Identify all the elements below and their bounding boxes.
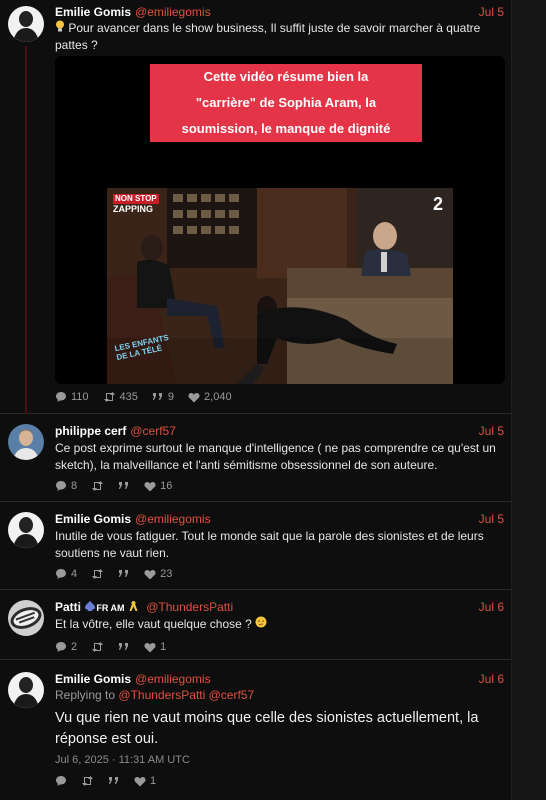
avatar[interactable] bbox=[8, 424, 44, 460]
avatar[interactable] bbox=[8, 600, 44, 636]
replying-to-handles[interactable]: @ThundersPatti @cerf57 bbox=[118, 688, 254, 702]
video-caption-line-3: soumission, le manque de dignité bbox=[150, 116, 422, 142]
quote-icon bbox=[119, 570, 129, 577]
ribbon-icon bbox=[128, 600, 139, 615]
comment-icon bbox=[56, 392, 66, 402]
author-handle[interactable]: @emiliegomis bbox=[135, 672, 211, 686]
heart-icon bbox=[134, 776, 146, 786]
tweet-stats: 1 bbox=[55, 774, 156, 788]
author-suffix: FR AM bbox=[96, 603, 125, 613]
author-handle[interactable]: @cerf57 bbox=[130, 424, 176, 438]
post-date[interactable]: Jul 5 bbox=[479, 5, 504, 19]
retweet-icon bbox=[82, 776, 93, 786]
reply-count[interactable]: 8 bbox=[55, 480, 77, 492]
video-caption-line-1: Cette vidéo résume bien la bbox=[150, 64, 422, 90]
like-count[interactable]: 16 bbox=[144, 480, 172, 492]
thread: Emilie Gomis @emiliegomis Jul 5 Pour avan… bbox=[0, 0, 546, 800]
tweet-stats: 110 435 9 2,040 bbox=[55, 390, 232, 404]
like-count[interactable]: 2,040 bbox=[188, 391, 232, 403]
video-caption-line-2: "carrière" de Sophia Aram, la bbox=[150, 90, 422, 116]
like-count[interactable]: 1 bbox=[134, 775, 156, 787]
author-name[interactable]: philippe cerf bbox=[55, 424, 126, 438]
author-name[interactable]: Emilie Gomis bbox=[55, 512, 131, 526]
comment-icon bbox=[56, 481, 66, 491]
repost-count[interactable] bbox=[81, 775, 94, 787]
quote-icon bbox=[152, 393, 162, 400]
lightbulb-icon bbox=[55, 20, 65, 37]
tweet-4: Patti FR AM @ThundersPatti Jul 6 Et la v… bbox=[0, 590, 512, 660]
tweet-timestamp[interactable]: Jul 6, 2025 · 11:31 AM UTC bbox=[55, 754, 190, 766]
post-date[interactable]: Jul 5 bbox=[479, 424, 504, 438]
tweet-stats: 2 1 bbox=[55, 640, 166, 654]
tweet-stats: 8 16 bbox=[55, 479, 172, 493]
channel-number: 2 bbox=[432, 194, 443, 214]
comment-icon bbox=[56, 642, 66, 652]
tweet-5: Emilie Gomis @emiliegomis Jul 6 Replying … bbox=[0, 660, 512, 800]
avatar[interactable] bbox=[8, 512, 44, 548]
tweet-text: Ce post exprime surtout le manque d'inte… bbox=[55, 441, 496, 472]
quote-icon bbox=[119, 643, 129, 650]
replying-to: Replying to @ThundersPatti @cerf57 bbox=[55, 688, 255, 702]
tweet-text: Et la vôtre, elle vaut quelque chose ? bbox=[55, 616, 500, 633]
heart-icon bbox=[144, 642, 156, 652]
author-handle[interactable]: @emiliegomis bbox=[135, 512, 211, 526]
spade-flag-icon bbox=[84, 600, 96, 615]
avatar[interactable] bbox=[8, 6, 44, 42]
retweet-icon bbox=[92, 569, 104, 579]
quote-count[interactable]: 9 bbox=[152, 391, 174, 403]
repost-count[interactable]: 435 bbox=[103, 391, 138, 403]
like-count[interactable]: 1 bbox=[144, 641, 166, 653]
video-thumbnail[interactable]: Cette vidéo résume bien la "carrière" de… bbox=[55, 56, 505, 384]
video-frame: NON STOP ZAPPING 2 LES ENFANTS DE LA TÉL… bbox=[107, 188, 453, 384]
tweet-3: Emilie Gomis @emiliegomis Jul 5 Inutile d… bbox=[0, 502, 512, 590]
repost-count[interactable] bbox=[91, 480, 104, 492]
quote-count[interactable] bbox=[118, 481, 130, 491]
heart-icon bbox=[144, 481, 156, 491]
retweet-icon bbox=[92, 481, 104, 491]
post-date[interactable]: Jul 6 bbox=[479, 672, 504, 686]
repost-count[interactable] bbox=[91, 568, 104, 580]
author-name[interactable]: Emilie Gomis bbox=[55, 672, 131, 686]
thinking-face-icon bbox=[255, 616, 267, 633]
quote-icon bbox=[119, 482, 129, 489]
reply-count[interactable]: 2 bbox=[55, 641, 77, 653]
post-date[interactable]: Jul 6 bbox=[479, 600, 504, 614]
tweet-1: Emilie Gomis @emiliegomis Jul 5 Pour avan… bbox=[0, 0, 512, 414]
author-handle[interactable]: @ThundersPatti bbox=[146, 600, 233, 614]
retweet-icon bbox=[103, 392, 115, 402]
thread-connector bbox=[25, 46, 27, 414]
reply-count[interactable]: 110 bbox=[55, 391, 89, 403]
quote-count[interactable] bbox=[108, 776, 120, 786]
author-name[interactable]: Emilie Gomis bbox=[55, 5, 131, 19]
studio-scene bbox=[107, 188, 453, 384]
quote-icon bbox=[109, 777, 118, 784]
comment-icon bbox=[56, 776, 66, 786]
tweet-2: philippe cerf @cerf57 Jul 5 Ce post expri… bbox=[0, 414, 512, 502]
scrollbar[interactable] bbox=[511, 0, 546, 800]
comment-icon bbox=[56, 569, 66, 579]
repost-count[interactable] bbox=[91, 641, 104, 653]
reply-count[interactable] bbox=[55, 775, 67, 787]
reply-count[interactable]: 4 bbox=[55, 568, 77, 580]
tweet-text: Vu que rien ne vaut moins que celle des … bbox=[55, 710, 479, 747]
avatar[interactable] bbox=[8, 672, 44, 708]
tweet-text: Inutile de vous fatiguer. Tout le monde … bbox=[55, 529, 484, 560]
quote-count[interactable] bbox=[118, 642, 130, 652]
channel-logo: NON STOP ZAPPING bbox=[113, 194, 159, 214]
like-count[interactable]: 23 bbox=[144, 568, 172, 580]
retweet-icon bbox=[92, 642, 104, 652]
tweet-stats: 4 23 bbox=[55, 567, 172, 581]
heart-icon bbox=[188, 392, 200, 402]
tweet-text: Pour avancer dans le show business, Il s… bbox=[55, 20, 481, 53]
quote-count[interactable] bbox=[118, 569, 130, 579]
post-date[interactable]: Jul 5 bbox=[479, 512, 504, 526]
author-handle[interactable]: @emiliegomis bbox=[135, 5, 211, 19]
heart-icon bbox=[144, 569, 156, 579]
author-name[interactable]: Patti bbox=[55, 600, 81, 614]
